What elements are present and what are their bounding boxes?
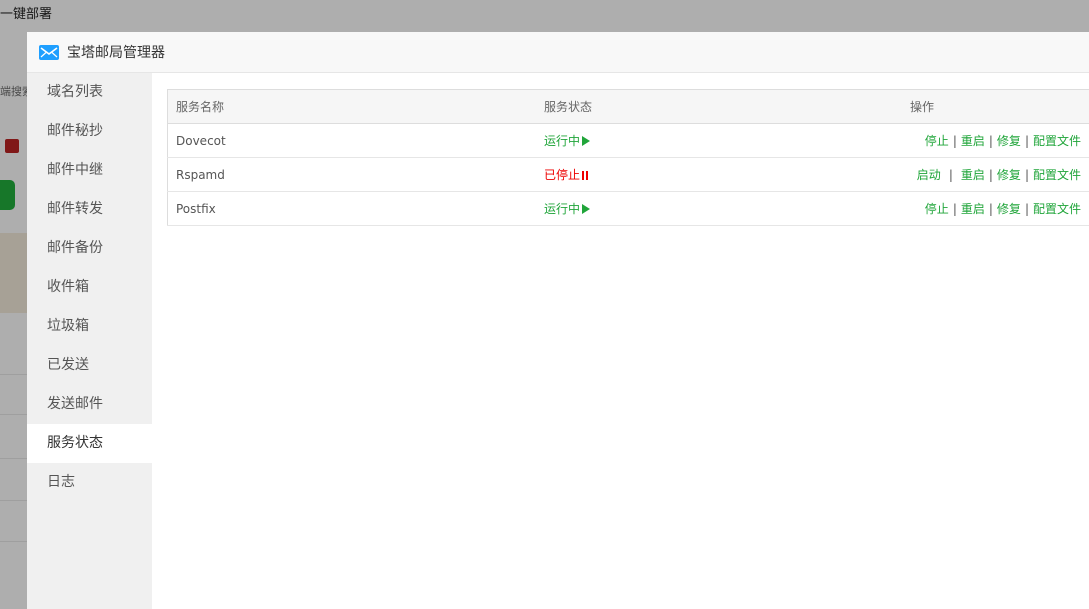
play-icon: [582, 136, 591, 146]
separator: |: [988, 134, 993, 148]
sidebar-menu: 域名列表 邮件秘抄 邮件中继 邮件转发 邮件备份 收件箱 垃圾箱 已发送 发送邮…: [27, 73, 152, 609]
separator: |: [948, 168, 953, 182]
sidebar-item-logs[interactable]: 日志: [27, 463, 152, 502]
table-row: Rspamd 已停止 启动 | 重启 | 修复 | 配置文件: [167, 157, 1089, 192]
mail-icon: [39, 44, 59, 60]
dialog-title: 宝塔邮局管理器: [67, 45, 165, 61]
separator: |: [952, 202, 957, 216]
config-file-button[interactable]: 配置文件: [1033, 134, 1081, 148]
repair-button[interactable]: 修复: [997, 202, 1021, 216]
stop-button[interactable]: 停止: [925, 134, 949, 148]
service-status: 已停止: [536, 157, 902, 192]
sidebar-item-mail-bcc[interactable]: 邮件秘抄: [27, 112, 152, 151]
row-operations: 停止 | 重启 | 修复 | 配置文件: [902, 191, 1089, 226]
table-header-row: 服务名称 服务状态 操作: [167, 89, 1089, 124]
dialog-body: 域名列表 邮件秘抄 邮件中继 邮件转发 邮件备份 收件箱 垃圾箱 已发送 发送邮…: [27, 73, 1089, 609]
sidebar-item-spam[interactable]: 垃圾箱: [27, 307, 152, 346]
sidebar-item-inbox[interactable]: 收件箱: [27, 268, 152, 307]
separator: |: [952, 134, 957, 148]
config-file-button[interactable]: 配置文件: [1033, 168, 1081, 182]
sidebar-item-mail-forward[interactable]: 邮件转发: [27, 190, 152, 229]
service-name: Postfix: [167, 191, 536, 226]
dialog-header: 宝塔邮局管理器: [27, 32, 1089, 73]
separator: |: [1024, 134, 1029, 148]
play-icon: [582, 204, 591, 214]
sidebar-item-send-mail[interactable]: 发送邮件: [27, 385, 152, 424]
service-name: Rspamd: [167, 157, 536, 192]
status-text: 运行中: [544, 134, 581, 148]
stop-button[interactable]: 停止: [925, 202, 949, 216]
separator: |: [988, 168, 993, 182]
service-table: 服务名称 服务状态 操作 Dovecot 运行中 停止 | 重启 | 修复 | 配置文件: [167, 89, 1089, 226]
service-name: Dovecot: [167, 123, 536, 158]
separator: |: [988, 202, 993, 216]
service-status: 运行中: [536, 191, 902, 226]
sidebar-item-mail-backup[interactable]: 邮件备份: [27, 229, 152, 268]
status-text: 运行中: [544, 202, 581, 216]
restart-button[interactable]: 重启: [961, 134, 985, 148]
header-service-status: 服务状态: [536, 89, 902, 124]
service-status-panel: 服务名称 服务状态 操作 Dovecot 运行中 停止 | 重启 | 修复 | 配置文件: [167, 89, 1089, 226]
table-row: Postfix 运行中 停止 | 重启 | 修复 | 配置文件: [167, 191, 1089, 226]
separator: |: [1024, 168, 1029, 182]
pause-icon: [582, 169, 590, 183]
start-button[interactable]: 启动: [917, 168, 941, 182]
restart-button[interactable]: 重启: [961, 202, 985, 216]
restart-button[interactable]: 重启: [961, 168, 985, 182]
repair-button[interactable]: 修复: [997, 168, 1021, 182]
status-text: 已停止: [544, 168, 581, 182]
sidebar-item-domain-list[interactable]: 域名列表: [27, 73, 152, 112]
separator: |: [1024, 202, 1029, 216]
mail-manager-dialog: 宝塔邮局管理器 域名列表 邮件秘抄 邮件中继 邮件转发 邮件备份 收件箱 垃圾箱…: [27, 32, 1089, 609]
service-status: 运行中: [536, 123, 902, 158]
sidebar-item-mail-relay[interactable]: 邮件中继: [27, 151, 152, 190]
header-service-name: 服务名称: [167, 89, 536, 124]
sidebar-item-service-status[interactable]: 服务状态: [27, 424, 152, 463]
repair-button[interactable]: 修复: [997, 134, 1021, 148]
config-file-button[interactable]: 配置文件: [1033, 202, 1081, 216]
sidebar-item-sent[interactable]: 已发送: [27, 346, 152, 385]
row-operations: 停止 | 重启 | 修复 | 配置文件: [902, 123, 1089, 158]
row-operations: 启动 | 重启 | 修复 | 配置文件: [902, 157, 1089, 192]
header-operations: 操作: [902, 89, 1089, 124]
table-row: Dovecot 运行中 停止 | 重启 | 修复 | 配置文件: [167, 123, 1089, 158]
